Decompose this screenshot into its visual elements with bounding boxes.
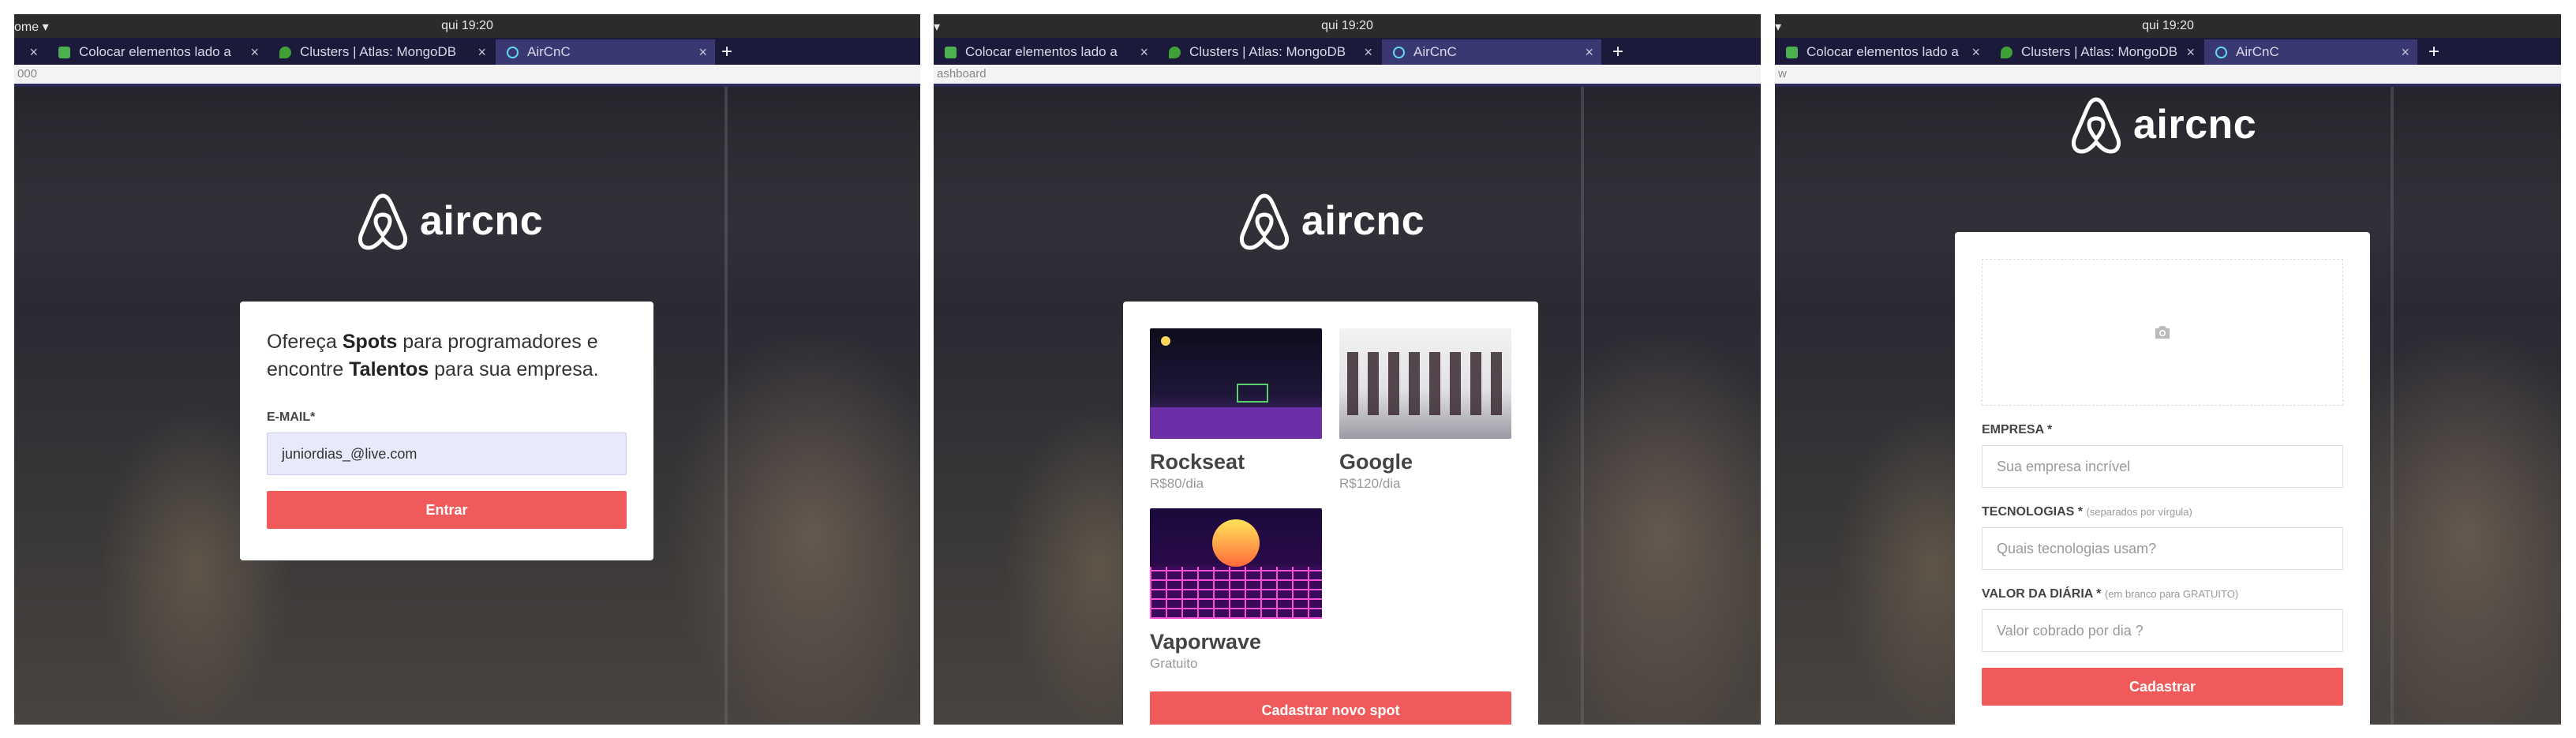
app-logo: aircnc (355, 189, 543, 253)
clock[interactable]: qui 19:20 (1775, 19, 2561, 33)
address-bar[interactable]: w (1775, 65, 2561, 87)
app-wordmark: aircnc (1301, 198, 1425, 244)
email-label: E-MAIL* (267, 410, 316, 424)
mongodb-leaf-icon (279, 47, 291, 58)
clock[interactable]: qui 19:20 (934, 19, 1761, 33)
background-glass-wall (2391, 87, 2394, 725)
close-icon[interactable]: × (250, 39, 259, 65)
thumbnail-upload[interactable] (1982, 259, 2343, 406)
react-favicon-icon (1393, 47, 1405, 58)
tab-colocar-elementos[interactable]: Colocar elementos lado a × (934, 39, 1156, 65)
price-hint: (em branco para GRATUITO) (2104, 588, 2239, 600)
system-top-bar: ome ▾ qui 19:20 (14, 14, 920, 38)
stackoverflow-favicon-icon (58, 47, 70, 58)
spot-company: Vaporwave (1150, 630, 1262, 654)
airbnb-logo-icon (358, 193, 408, 250)
sun-shape (1212, 519, 1260, 567)
camera-icon (2155, 326, 2170, 339)
airbnb-logo-icon (1239, 193, 1290, 250)
new-tab-button[interactable]: + (721, 39, 732, 65)
background-glass-wall (724, 87, 728, 725)
spots-card: Rockseat R$80/dia Google R$120/dia Vapor… (1123, 302, 1538, 725)
close-icon[interactable]: × (1364, 39, 1372, 65)
techs-label: TECNOLOGIAS * (separados por vírgula) (1982, 505, 2192, 519)
airbnb-logo-icon (2071, 97, 2121, 154)
spot-thumbnail (1339, 328, 1511, 439)
login-submit-button[interactable]: Entrar (267, 491, 627, 529)
spot-company: Google (1339, 450, 1413, 474)
new-tab-button[interactable]: + (2428, 39, 2439, 65)
browser-window-dashboard: ▾ qui 19:20 Colocar elementos lado a × C… (934, 14, 1761, 725)
spot-price: R$120/dia (1339, 476, 1401, 491)
react-favicon-icon (2215, 47, 2227, 58)
close-icon[interactable]: × (477, 39, 486, 65)
stackoverflow-favicon-icon (945, 47, 957, 58)
spot-company: Rockseat (1150, 450, 1245, 474)
tab-bar: × Colocar elementos lado a × Clusters | … (14, 38, 920, 65)
browser-window-login: ome ▾ qui 19:20 × Colocar elementos lado… (14, 14, 920, 725)
system-top-bar: ▾ qui 19:20 (1775, 14, 2561, 38)
new-tab-button[interactable]: + (1612, 39, 1623, 65)
react-favicon-icon (507, 47, 519, 58)
spot-item[interactable]: Google R$120/dia (1339, 328, 1511, 492)
grid-floor (1150, 567, 1322, 619)
moon-shape (1161, 336, 1170, 346)
spot-item[interactable]: Rockseat R$80/dia (1150, 328, 1322, 492)
app-logo: aircnc (1237, 189, 1425, 253)
email-field[interactable]: juniordias_@live.com (267, 433, 627, 475)
tab-aircnc[interactable]: AirCnC × (2204, 39, 2417, 65)
address-bar[interactable]: ashboard (934, 65, 1761, 87)
background-glass-wall (1581, 87, 1584, 725)
tab-bar: Colocar elementos lado a × Clusters | At… (1775, 38, 2561, 65)
tab-colocar-elementos[interactable]: Colocar elementos lado a × (1775, 39, 1988, 65)
clock[interactable]: qui 19:20 (14, 19, 920, 33)
mongodb-leaf-icon (2001, 47, 2012, 58)
close-icon[interactable]: × (1971, 39, 1980, 65)
price-label: VALOR DA DIÁRIA * (em branco para GRATUI… (1982, 587, 2239, 601)
close-icon[interactable]: × (1585, 39, 1593, 65)
tab-colocar-elementos[interactable]: Colocar elementos lado a × (47, 39, 267, 65)
new-spot-button[interactable]: Cadastrar novo spot (1150, 691, 1511, 725)
app-background: aircnc Rockseat R$80/dia Google R$120/di… (934, 87, 1761, 725)
screen-shape (1237, 384, 1268, 403)
floor-shape (1150, 407, 1322, 439)
app-wordmark: aircnc (420, 198, 544, 244)
company-field[interactable]: Sua empresa incrível (1982, 445, 2343, 488)
close-icon[interactable]: × (2186, 39, 2195, 65)
close-icon[interactable]: × (1140, 39, 1148, 65)
close-icon[interactable]: × (2401, 39, 2409, 65)
stackoverflow-favicon-icon (1786, 47, 1798, 58)
techs-field[interactable]: Quais tecnologias usam? (1982, 527, 2343, 570)
login-headline: Ofereça Spots para programadores e encon… (267, 331, 599, 380)
browser-window-new-spot: ▾ qui 19:20 Colocar elementos lado a × C… (1775, 14, 2561, 725)
tab-aircnc[interactable]: AirCnC × (496, 39, 715, 65)
mongodb-leaf-icon (1169, 47, 1181, 58)
spot-item[interactable]: Vaporwave Gratuito (1150, 508, 1322, 672)
spot-thumbnail (1150, 508, 1322, 619)
tab-stackoverflow[interactable]: × (14, 39, 46, 65)
techs-hint: (separados por vírgula) (2086, 506, 2192, 518)
price-field[interactable]: Valor cobrado por dia ? (1982, 609, 2343, 652)
submit-spot-button[interactable]: Cadastrar (1982, 668, 2343, 706)
spot-price: Gratuito (1150, 656, 1198, 671)
address-bar[interactable]: 000 (14, 65, 920, 87)
app-wordmark: aircnc (2133, 102, 2257, 148)
close-icon[interactable]: × (29, 39, 38, 65)
login-card: Ofereça Spots para programadores e encon… (240, 302, 653, 560)
tab-mongodb-atlas[interactable]: Clusters | Atlas: MongoDB × (268, 39, 494, 65)
close-icon[interactable]: × (698, 39, 707, 65)
spot-price: R$80/dia (1150, 476, 1204, 491)
tab-mongodb-atlas[interactable]: Clusters | Atlas: MongoDB × (1158, 39, 1380, 65)
app-background: aircnc Ofereça Spots para programadores … (14, 87, 920, 725)
company-label: EMPRESA * (1982, 423, 2053, 436)
tab-bar: Colocar elementos lado a × Clusters | At… (934, 38, 1761, 65)
new-spot-card: EMPRESA * Sua empresa incrível TECNOLOGI… (1955, 232, 2370, 725)
people-silhouettes (1347, 352, 1503, 415)
spot-thumbnail (1150, 328, 1322, 439)
tab-mongodb-atlas[interactable]: Clusters | Atlas: MongoDB × (1990, 39, 2203, 65)
system-top-bar: ▾ qui 19:20 (934, 14, 1761, 38)
tab-aircnc[interactable]: AirCnC × (1382, 39, 1601, 65)
app-logo: aircnc (2069, 93, 2256, 156)
app-background: aircnc EMPRESA * Sua empresa incrível TE… (1775, 87, 2561, 725)
